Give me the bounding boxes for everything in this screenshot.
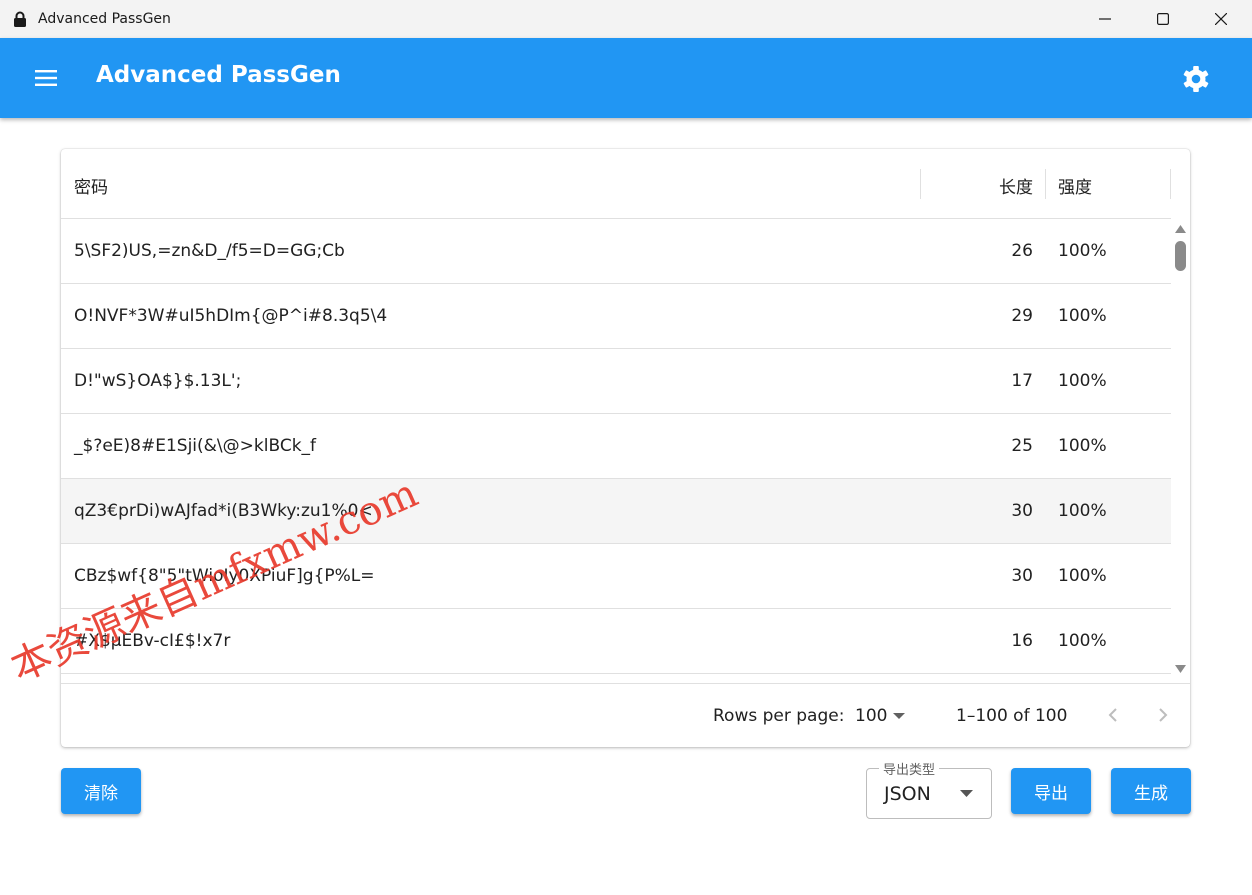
chevron-down-icon: [960, 790, 973, 797]
strength-cell: 100%: [1058, 436, 1107, 456]
close-icon: [1215, 13, 1227, 25]
export-type-value: JSON: [884, 783, 931, 805]
window-titlebar: Advanced PassGen: [0, 0, 1252, 39]
password-cell: 5\SF2)US,=zn&D_/f5=D=GG;Cb: [74, 241, 345, 261]
length-cell: 30: [1011, 501, 1033, 521]
table-header: 密码 长度 强度: [61, 149, 1171, 219]
table-body: 5\SF2)US,=zn&D_/f5=D=GG;Cb 26 100% O!NVF…: [61, 219, 1171, 683]
length-cell: 17: [1011, 371, 1033, 391]
app-bar: Advanced PassGen: [0, 38, 1252, 118]
maximize-icon: [1157, 13, 1169, 25]
pagination-range: 1–100 of 100: [956, 706, 1068, 726]
chevron-down-icon[interactable]: [893, 713, 905, 719]
strength-cell: 100%: [1058, 306, 1107, 326]
table-row[interactable]: O!NVF*3W#uI5hDIm{@P^i#8.3q5\4 29 100%: [61, 284, 1171, 349]
password-cell: O!NVF*3W#uI5hDIm{@P^i#8.3q5\4: [74, 306, 388, 326]
lock-icon: [14, 11, 26, 27]
table-pagination: Rows per page: 100 1–100 of 100: [61, 683, 1190, 747]
table-row[interactable]: 5\SF2)US,=zn&D_/f5=D=GG;Cb 26 100%: [61, 219, 1171, 284]
export-button[interactable]: 导出: [1011, 768, 1091, 814]
gear-icon[interactable]: [1181, 64, 1211, 94]
length-cell: 25: [1011, 436, 1033, 456]
length-cell: 29: [1011, 306, 1033, 326]
strength-cell: 100%: [1058, 631, 1107, 651]
scroll-up-arrow-icon[interactable]: [1175, 225, 1186, 233]
chevron-right-icon[interactable]: [1151, 703, 1175, 727]
column-separator[interactable]: [1045, 169, 1046, 199]
rows-per-page-label: Rows per page:: [713, 706, 845, 726]
app-title: Advanced PassGen: [96, 62, 341, 88]
length-cell: 16: [1011, 631, 1033, 651]
maximize-button[interactable]: [1134, 0, 1192, 38]
length-cell: 26: [1011, 241, 1033, 261]
strength-cell: 100%: [1058, 241, 1107, 261]
table-row[interactable]: D!"wS}OA$}$.13L'; 17 100%: [61, 349, 1171, 414]
export-type-label: 导出类型: [879, 759, 940, 778]
password-table: 密码 长度 强度 5\SF2)US,=zn&D_/f5=D=GG;Cb 26 1…: [61, 149, 1190, 747]
generate-button[interactable]: 生成: [1111, 768, 1191, 814]
scrollbar-thumb[interactable]: [1175, 241, 1186, 271]
hamburger-menu-icon[interactable]: [33, 65, 59, 91]
length-cell: 30: [1011, 566, 1033, 586]
column-separator[interactable]: [1170, 169, 1171, 199]
export-type-select[interactable]: 导出类型 JSON: [866, 759, 992, 819]
minimize-button[interactable]: [1076, 0, 1134, 38]
scroll-down-arrow-icon[interactable]: [1175, 665, 1186, 673]
clear-button[interactable]: 清除: [61, 768, 141, 814]
table-row[interactable]: _$?eE)8#E1Sji(&\@>klBCk_f 25 100%: [61, 414, 1171, 479]
password-cell: _$?eE)8#E1Sji(&\@>klBCk_f: [74, 436, 317, 456]
column-header-length[interactable]: 长度: [921, 173, 1033, 198]
column-header-strength[interactable]: 强度: [1058, 173, 1092, 198]
window-title: Advanced PassGen: [38, 11, 171, 27]
strength-cell: 100%: [1058, 501, 1107, 521]
strength-cell: 100%: [1058, 371, 1107, 391]
column-header-password[interactable]: 密码: [74, 173, 108, 198]
password-cell: D!"wS}OA$}$.13L';: [74, 371, 242, 391]
minimize-icon: [1099, 18, 1111, 20]
rows-per-page-select[interactable]: 100: [855, 706, 887, 726]
close-button[interactable]: [1192, 0, 1250, 38]
chevron-left-icon[interactable]: [1101, 703, 1125, 727]
strength-cell: 100%: [1058, 566, 1107, 586]
table-row[interactable]: #X$µEBv-cI£$!x7r 16 100%: [61, 609, 1171, 674]
table-scrollbar[interactable]: [1171, 219, 1190, 683]
table-row[interactable]: qZ3€prDi)wAJfad*i(B3Wky:zu1%0< 30 100%: [61, 479, 1171, 544]
